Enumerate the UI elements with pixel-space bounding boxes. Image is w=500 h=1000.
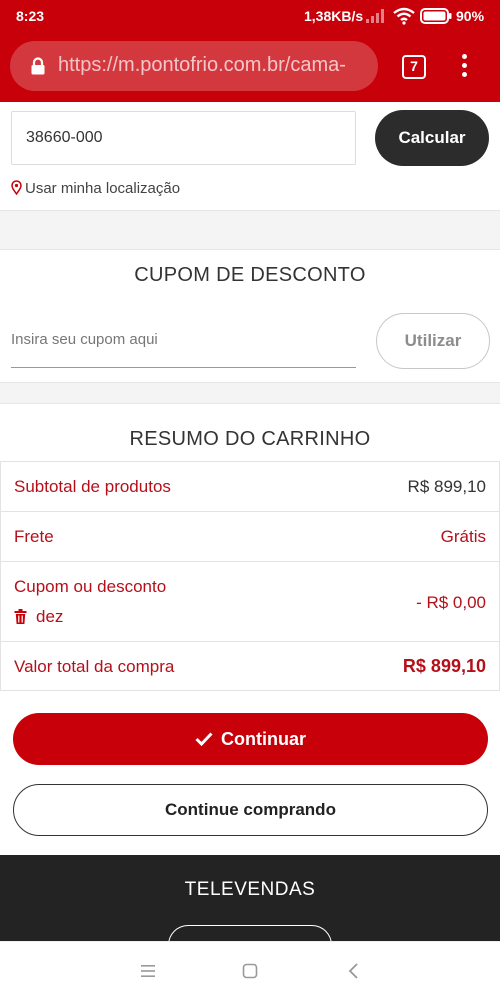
check-icon bbox=[195, 732, 213, 746]
use-location-label: Usar minha localização bbox=[25, 180, 181, 197]
url-text[interactable]: https://m.pontofrio.com.br/cama- bbox=[58, 54, 370, 77]
zip-code-field[interactable]: 38660-000 bbox=[11, 111, 356, 165]
system-nav-bar bbox=[0, 941, 500, 1000]
cart-summary-table: Subtotal de produtos R$ 899,10 Frete Grá… bbox=[0, 461, 500, 691]
location-pin-icon bbox=[11, 180, 22, 195]
coupon-label: Cupom ou desconto bbox=[14, 577, 167, 596]
total-label: Valor total da compra bbox=[14, 657, 175, 676]
coupon-row: Cupom ou desconto dez - R$ 0,00 bbox=[1, 562, 499, 642]
continue-label: Continuar bbox=[221, 729, 306, 749]
coupon-input[interactable]: Insira seu cupom aqui bbox=[11, 318, 356, 368]
lock-icon bbox=[31, 57, 45, 75]
section-divider bbox=[0, 382, 500, 404]
url-bar[interactable]: https://m.pontofrio.com.br/cama- bbox=[10, 41, 378, 91]
calculate-button[interactable]: Calcular bbox=[375, 110, 489, 166]
televendas-title: TELEVENDAS bbox=[184, 879, 316, 900]
subtotal-value: R$ 899,10 bbox=[407, 477, 486, 496]
coupon-title: CUPOM DE DESCONTO bbox=[134, 264, 366, 286]
total-row: Valor total da compra R$ 899,10 bbox=[1, 642, 499, 690]
section-divider bbox=[0, 210, 500, 250]
status-bar: 8:23 1,38KB/s 90% bbox=[0, 0, 500, 32]
shipping-label: Frete bbox=[14, 527, 54, 546]
home-icon[interactable] bbox=[241, 962, 259, 980]
apply-coupon-button[interactable]: Utilizar bbox=[376, 313, 490, 369]
url-scheme: https:// bbox=[58, 54, 119, 76]
coupon-code: dez bbox=[36, 607, 64, 626]
continue-button[interactable]: Continuar bbox=[13, 713, 488, 765]
battery-icon bbox=[420, 8, 452, 24]
summary-title: RESUMO DO CARRINHO bbox=[129, 428, 371, 450]
recent-apps-icon[interactable] bbox=[139, 962, 157, 980]
tabs-icon[interactable]: 7 bbox=[402, 55, 426, 79]
coupon-value: - R$ 0,00 bbox=[416, 593, 486, 612]
subtotal-label: Subtotal de produtos bbox=[14, 477, 171, 496]
battery-level: 90% bbox=[456, 8, 485, 24]
total-value: R$ 899,10 bbox=[402, 656, 486, 676]
browser-toolbar: 8:23 1,38KB/s 90% https://m.pontofrio.co… bbox=[0, 0, 500, 102]
signal-icon bbox=[366, 9, 384, 23]
status-time: 8:23 bbox=[16, 8, 45, 24]
continue-shopping-button[interactable]: Continue comprando bbox=[13, 784, 488, 836]
trash-icon bbox=[14, 609, 27, 624]
url-host: m.pontofrio.com.br/cama- bbox=[118, 54, 346, 76]
wifi-icon bbox=[393, 7, 415, 25]
shipping-value: Grátis bbox=[440, 527, 486, 546]
back-icon[interactable] bbox=[345, 962, 363, 980]
use-location-link[interactable]: Usar minha localização bbox=[11, 180, 180, 197]
overflow-menu-icon[interactable] bbox=[455, 54, 473, 80]
subtotal-row: Subtotal de produtos R$ 899,10 bbox=[1, 462, 499, 512]
footer: TELEVENDAS bbox=[0, 855, 500, 965]
network-speed: 1,38KB/s bbox=[304, 8, 364, 24]
shipping-row: Frete Grátis bbox=[1, 512, 499, 562]
remove-coupon-button[interactable]: dez bbox=[14, 607, 63, 627]
